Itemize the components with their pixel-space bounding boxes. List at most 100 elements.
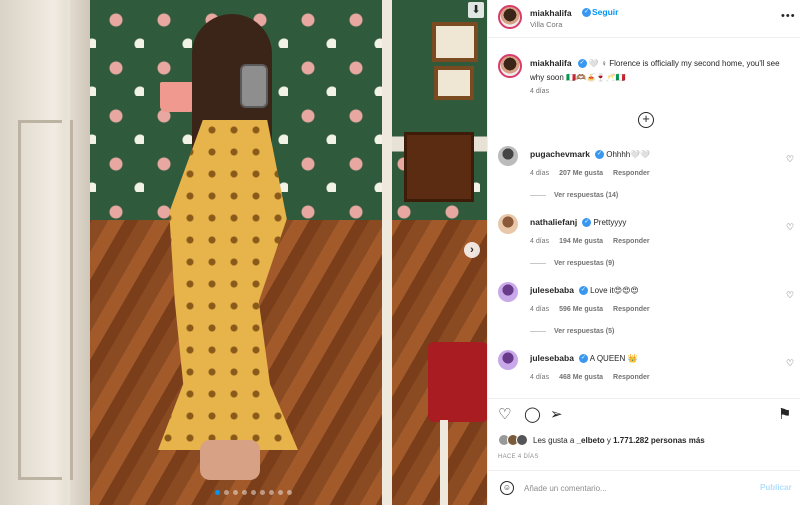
view-replies-label: Ver respuestas (5) [554,328,615,335]
reply-button[interactable]: Responder [613,306,650,313]
comment-text: julesebaba ✓ Love it😍😍😍 [530,285,639,296]
likes-prefix: Les gusta a [533,435,575,445]
reply-button[interactable]: Responder [613,238,650,245]
likes-summary[interactable]: Les gusta a _elbeto y 1.771.282 personas… [498,434,705,446]
verified-badge-icon: ✓ [582,218,592,228]
feet [200,440,260,480]
comment-text: pugachevmark ✓ Ohhhh🤍🤍 [530,149,651,160]
comment-meta: 4 días 207 Me gusta Responder [530,170,650,177]
carousel-dot [260,490,265,495]
view-replies-label: Ver respuestas (14) [554,192,619,199]
comment-likes[interactable]: 207 Me gusta [559,170,603,177]
comment-item: pugachevmark ✓ Ohhhh🤍🤍 4 días 207 Me gust… [488,146,800,216]
comment-like-heart-icon[interactable]: ♡ [786,222,794,233]
carousel-dot [269,490,274,495]
carousel-dot [215,490,220,495]
heart-icon[interactable]: ♡ [498,407,511,423]
commenter-avatar[interactable] [498,146,518,166]
carousel-dot [224,490,229,495]
more-horizontal-icon[interactable]: ••• [781,10,796,22]
yellow-dress [158,120,298,450]
post-photo[interactable]: ⬇ › [0,0,487,505]
posted-time: HACE 4 DÍAS [498,454,539,460]
comment-time: 4 días [530,238,550,245]
comment-meta: 4 días 194 Me gusta Responder [530,238,650,245]
caption-avatar[interactable] [498,54,522,78]
comment-time: 4 días [530,170,550,177]
comment-text: julesebaba ✓ A QUEEN 👑 [530,353,638,364]
comment-likes[interactable]: 596 Me gusta [559,306,603,313]
comment-body: Prettyyyy [593,218,627,227]
commenter-avatar[interactable] [498,282,518,302]
comment-time: 4 días [530,374,550,381]
carousel-dots [215,490,292,495]
picture-frame [432,22,478,62]
download-icon[interactable]: ⬇ [468,2,484,18]
bookmark-icon[interactable]: ⚑ [778,407,791,423]
post-location[interactable]: Villa Cora [530,20,562,29]
likes-conjunction: y [606,435,611,445]
author-username[interactable]: miakhalifa [530,8,572,18]
view-replies-label: Ver respuestas (9) [554,260,615,267]
commenter-username[interactable]: nathaliefanj [530,217,577,227]
commenter-username[interactable]: julesebaba [530,285,574,295]
commenter-username[interactable]: pugachevmark [530,149,590,159]
reply-button[interactable]: Responder [613,374,650,381]
comment-item: nathaliefanj ✓ Prettyyyy 4 días 194 Me gu… [488,214,800,284]
caption-text: miakhalifa ✓ 🤍 ♀ Florence is officially m… [530,56,790,85]
chair-leg [440,420,448,505]
carousel-dot [242,490,247,495]
commenter-avatar[interactable] [498,350,518,370]
comment-input[interactable] [524,480,744,496]
reply-button[interactable]: Responder [613,170,650,177]
caption-username[interactable]: miakhalifa [530,58,572,68]
caption-time: 4 días [530,88,550,95]
likes-text: Les gusta a _elbeto y 1.771.282 personas… [533,436,705,445]
follow-button[interactable]: Seguir [592,7,618,17]
picture-frame [434,66,474,100]
verified-badge-icon: ✓ [578,286,588,296]
likes-count[interactable]: 1.771.282 personas más [613,436,705,445]
dresser [404,132,474,202]
comment-item: julesebaba ✓ Love it😍😍😍 4 días 596 Me gus… [488,282,800,352]
liker-avatar [516,434,528,446]
person [140,10,310,480]
verified-badge-icon: ✓ [582,8,591,17]
verified-badge-icon: ✓ [595,150,604,160]
commenter-avatar[interactable] [498,214,518,234]
carousel-dot [287,490,292,495]
post-actions: ♡ ◯ ➢ ⚑ [488,398,800,432]
comment-time: 4 días [530,306,550,313]
send-icon[interactable]: ➢ [550,407,563,423]
view-replies-button[interactable]: Ver respuestas (5) [530,328,614,335]
add-comment-bar: ☺ Publicar [488,470,800,505]
carousel-dot [233,490,238,495]
commenter-username[interactable]: julesebaba [530,353,574,363]
comment-meta: 4 días 596 Me gusta Responder [530,306,650,313]
view-replies-button[interactable]: Ver respuestas (14) [530,192,618,199]
carousel-dot [251,490,256,495]
red-chair [428,342,487,422]
phone [240,64,268,108]
comment-icon[interactable]: ◯ [524,407,541,423]
verified-badge-icon: ✓ [577,59,587,69]
comment-likes[interactable]: 468 Me gusta [559,374,603,381]
liker-username[interactable]: _elbeto [577,436,605,445]
post-header: miakhalifa ✓ Seguir Villa Cora ••• [488,0,800,38]
emoji-icon[interactable]: ☺ [500,481,514,495]
carousel-next-button[interactable]: › [464,242,480,258]
comment-likes[interactable]: 194 Me gusta [559,238,603,245]
post-side-panel: miakhalifa ✓ Seguir Villa Cora ••• miakh… [487,0,800,505]
comment-text: nathaliefanj ✓ Prettyyyy [530,217,627,228]
comment-body: A QUEEN 👑 [589,354,638,363]
comment-body: Love it😍😍😍 [590,286,639,295]
author-avatar[interactable] [498,5,522,29]
plus-circle-icon[interactable]: + [638,112,654,128]
publish-button[interactable]: Publicar [760,483,792,492]
view-replies-button[interactable]: Ver respuestas (9) [530,260,614,267]
comment-like-heart-icon[interactable]: ♡ [786,154,794,165]
comment-like-heart-icon[interactable]: ♡ [786,290,794,301]
comment-like-heart-icon[interactable]: ♡ [786,358,794,369]
comment-body: Ohhhh🤍🤍 [606,150,651,159]
comment-meta: 4 días 468 Me gusta Responder [530,374,650,381]
